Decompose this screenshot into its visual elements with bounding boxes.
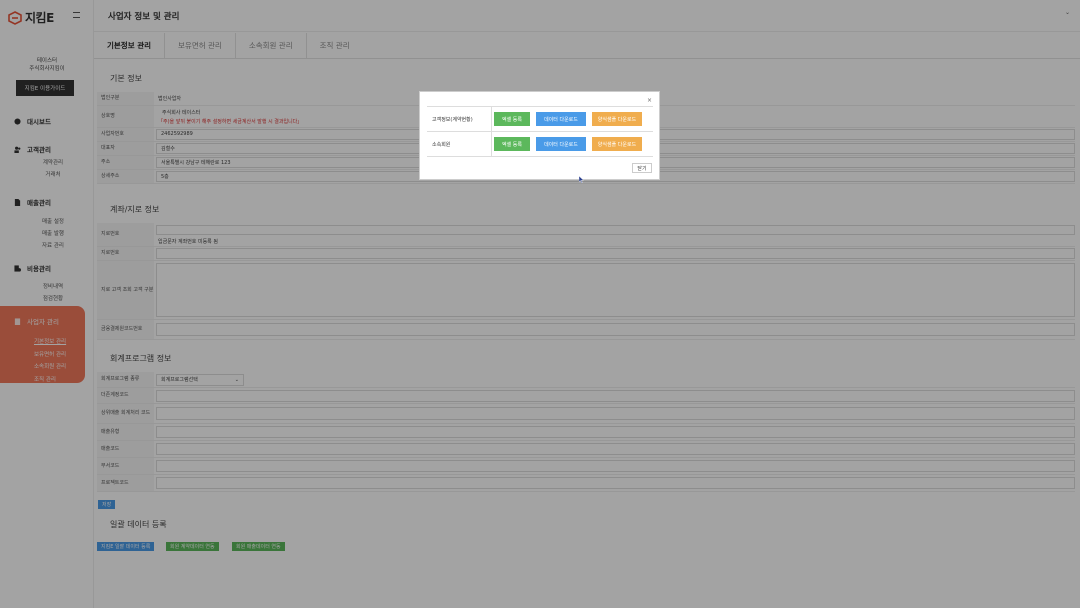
modal-row-customer: 고객정보(계약현황) 엑셀 등록 데이터 다운로드 양식샘플 다운로드 [427,107,653,132]
data-upload-modal: × 고객정보(계약현황) 엑셀 등록 데이터 다운로드 양식샘플 다운로드 소속… [419,91,660,180]
close-icon[interactable]: × [647,97,652,104]
app-window: 지킴E 테이스터 주식회사지킴이 지킴E 이용가이드 대시보드 고객관리 계약관… [0,0,1080,608]
modal-close-button[interactable]: 닫기 [632,163,652,173]
modal-row-members: 소속회원 엑셀 등록 데이터 다운로드 양식샘플 다운로드 [427,132,653,157]
customer-excel-register-button[interactable]: 엑셀 등록 [494,112,530,126]
modal-table: 고객정보(계약현황) 엑셀 등록 데이터 다운로드 양식샘플 다운로드 소속회원… [427,106,653,157]
customer-sample-download-button[interactable]: 양식샘플 다운로드 [592,112,642,126]
member-sample-download-button[interactable]: 양식샘플 다운로드 [592,137,642,151]
mouse-cursor-icon [579,176,584,183]
member-data-download-button[interactable]: 데이터 다운로드 [536,137,586,151]
member-excel-register-button[interactable]: 엑셀 등록 [494,137,530,151]
modal-row-label: 소속회원 [427,132,492,156]
modal-row-label: 고객정보(계약현황) [427,107,492,131]
customer-data-download-button[interactable]: 데이터 다운로드 [536,112,586,126]
